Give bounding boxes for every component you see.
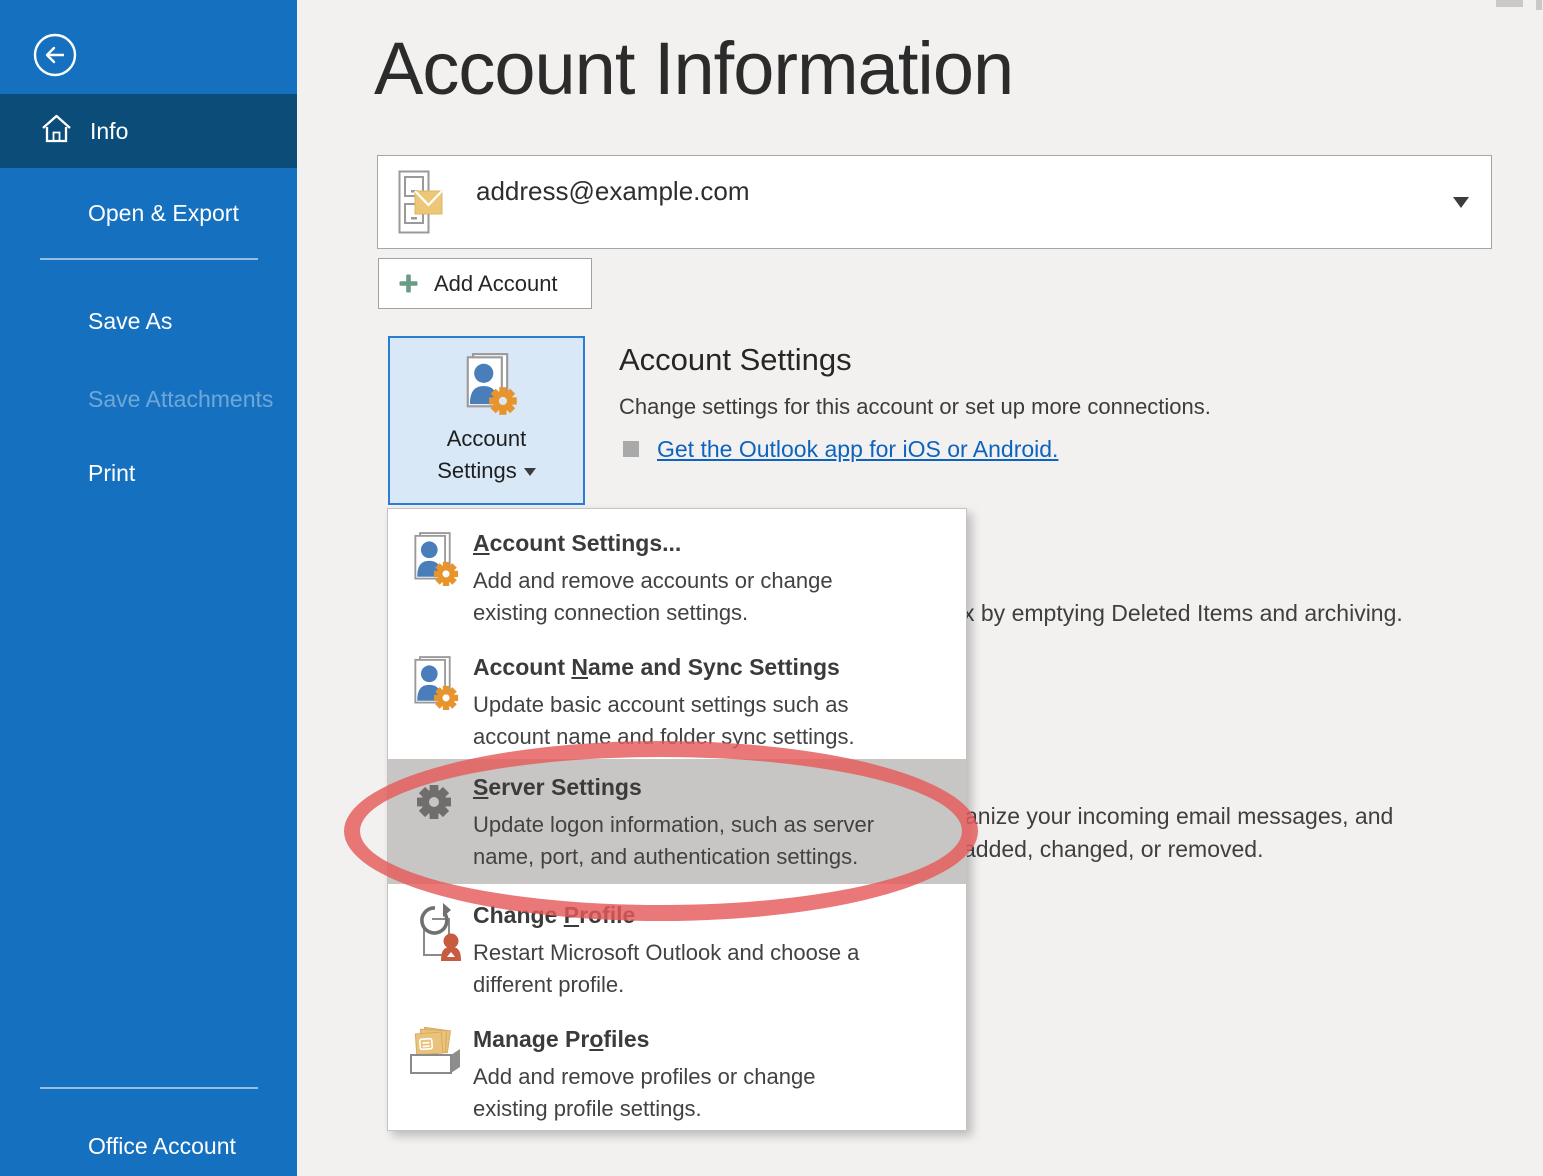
get-outlook-app-link[interactable]: Get the Outlook app for iOS or Android. xyxy=(657,436,1058,463)
account-selector-dropdown[interactable]: address@example.com xyxy=(377,155,1492,249)
plus-icon xyxy=(399,274,418,293)
menu-item-server-settings[interactable]: Server Settings Update logon information… xyxy=(388,773,966,873)
add-account-button[interactable]: Add Account xyxy=(378,258,592,309)
bullet-square-icon xyxy=(623,441,639,457)
menu-item-title: Manage Profiles xyxy=(473,1025,913,1053)
account-gear-icon xyxy=(407,529,473,629)
sidebar-divider xyxy=(40,258,258,260)
menu-item-account-settings[interactable]: Account Settings... Add and remove accou… xyxy=(388,529,966,629)
back-button[interactable] xyxy=(33,33,77,77)
sidebar-item-save-attachments: Save Attachments xyxy=(88,386,273,413)
window-chrome-fragment xyxy=(1496,0,1523,7)
chevron-down-icon xyxy=(1453,197,1469,208)
home-icon xyxy=(40,113,73,149)
account-settings-tile-button[interactable]: Account Settings xyxy=(388,336,585,505)
background-text-rules-2: added, changed, or removed. xyxy=(963,836,1263,863)
back-arrow-icon xyxy=(33,64,77,81)
section-description: Change settings for this account or set … xyxy=(619,394,1211,420)
background-text-rules-1: anize your incoming email messages, and xyxy=(965,803,1393,830)
menu-item-change-profile[interactable]: Change Profile Restart Microsoft Outlook… xyxy=(388,901,966,1001)
window-chrome-fragment xyxy=(1536,0,1542,10)
sidebar-item-save-as[interactable]: Save As xyxy=(88,308,172,335)
page-title: Account Information xyxy=(374,26,1013,111)
sidebar-item-info[interactable]: Info xyxy=(0,94,297,168)
refresh-person-icon xyxy=(407,901,473,1001)
tile-label-line1: Account xyxy=(390,426,583,452)
account-gear-icon xyxy=(407,653,473,753)
account-gear-icon xyxy=(458,352,518,423)
add-account-label: Add Account xyxy=(434,271,558,297)
sidebar-item-print[interactable]: Print xyxy=(88,460,135,487)
chevron-down-icon xyxy=(524,468,536,476)
profiles-box-icon xyxy=(407,1025,473,1125)
menu-item-manage-profiles[interactable]: Manage Profiles Add and remove profiles … xyxy=(388,1025,966,1125)
selected-account-email: address@example.com xyxy=(476,176,750,207)
menu-item-description: Add and remove accounts or change existi… xyxy=(473,565,913,629)
menu-item-title: Account Name and Sync Settings xyxy=(473,653,913,681)
tile-label-line2: Settings xyxy=(437,458,517,483)
mailbox-icon xyxy=(398,170,444,239)
menu-item-description: Update logon information, such as server… xyxy=(473,809,913,873)
sidebar-item-label: Info xyxy=(90,118,128,145)
menu-item-description: Update basic account settings such as ac… xyxy=(473,689,913,753)
menu-item-title: Change Profile xyxy=(473,901,913,929)
sidebar-divider xyxy=(40,1087,258,1089)
backstage-sidebar: Info Open & Export Save As Save Attachme… xyxy=(0,0,297,1176)
menu-item-description: Add and remove profiles or change existi… xyxy=(473,1061,913,1125)
section-heading: Account Settings xyxy=(619,342,852,378)
menu-item-account-name-sync[interactable]: Account Name and Sync Settings Update ba… xyxy=(388,653,966,753)
sidebar-item-office-account[interactable]: Office Account xyxy=(88,1133,236,1160)
menu-item-title: Server Settings xyxy=(473,773,913,801)
sidebar-item-open-export[interactable]: Open & Export xyxy=(88,200,239,227)
menu-item-description: Restart Microsoft Outlook and choose a d… xyxy=(473,937,913,1001)
background-text-mailbox: x by emptying Deleted Items and archivin… xyxy=(963,600,1403,627)
account-settings-menu: Account Settings... Add and remove accou… xyxy=(387,508,967,1131)
menu-item-title: Account Settings... xyxy=(473,529,913,557)
gear-icon xyxy=(407,773,473,873)
